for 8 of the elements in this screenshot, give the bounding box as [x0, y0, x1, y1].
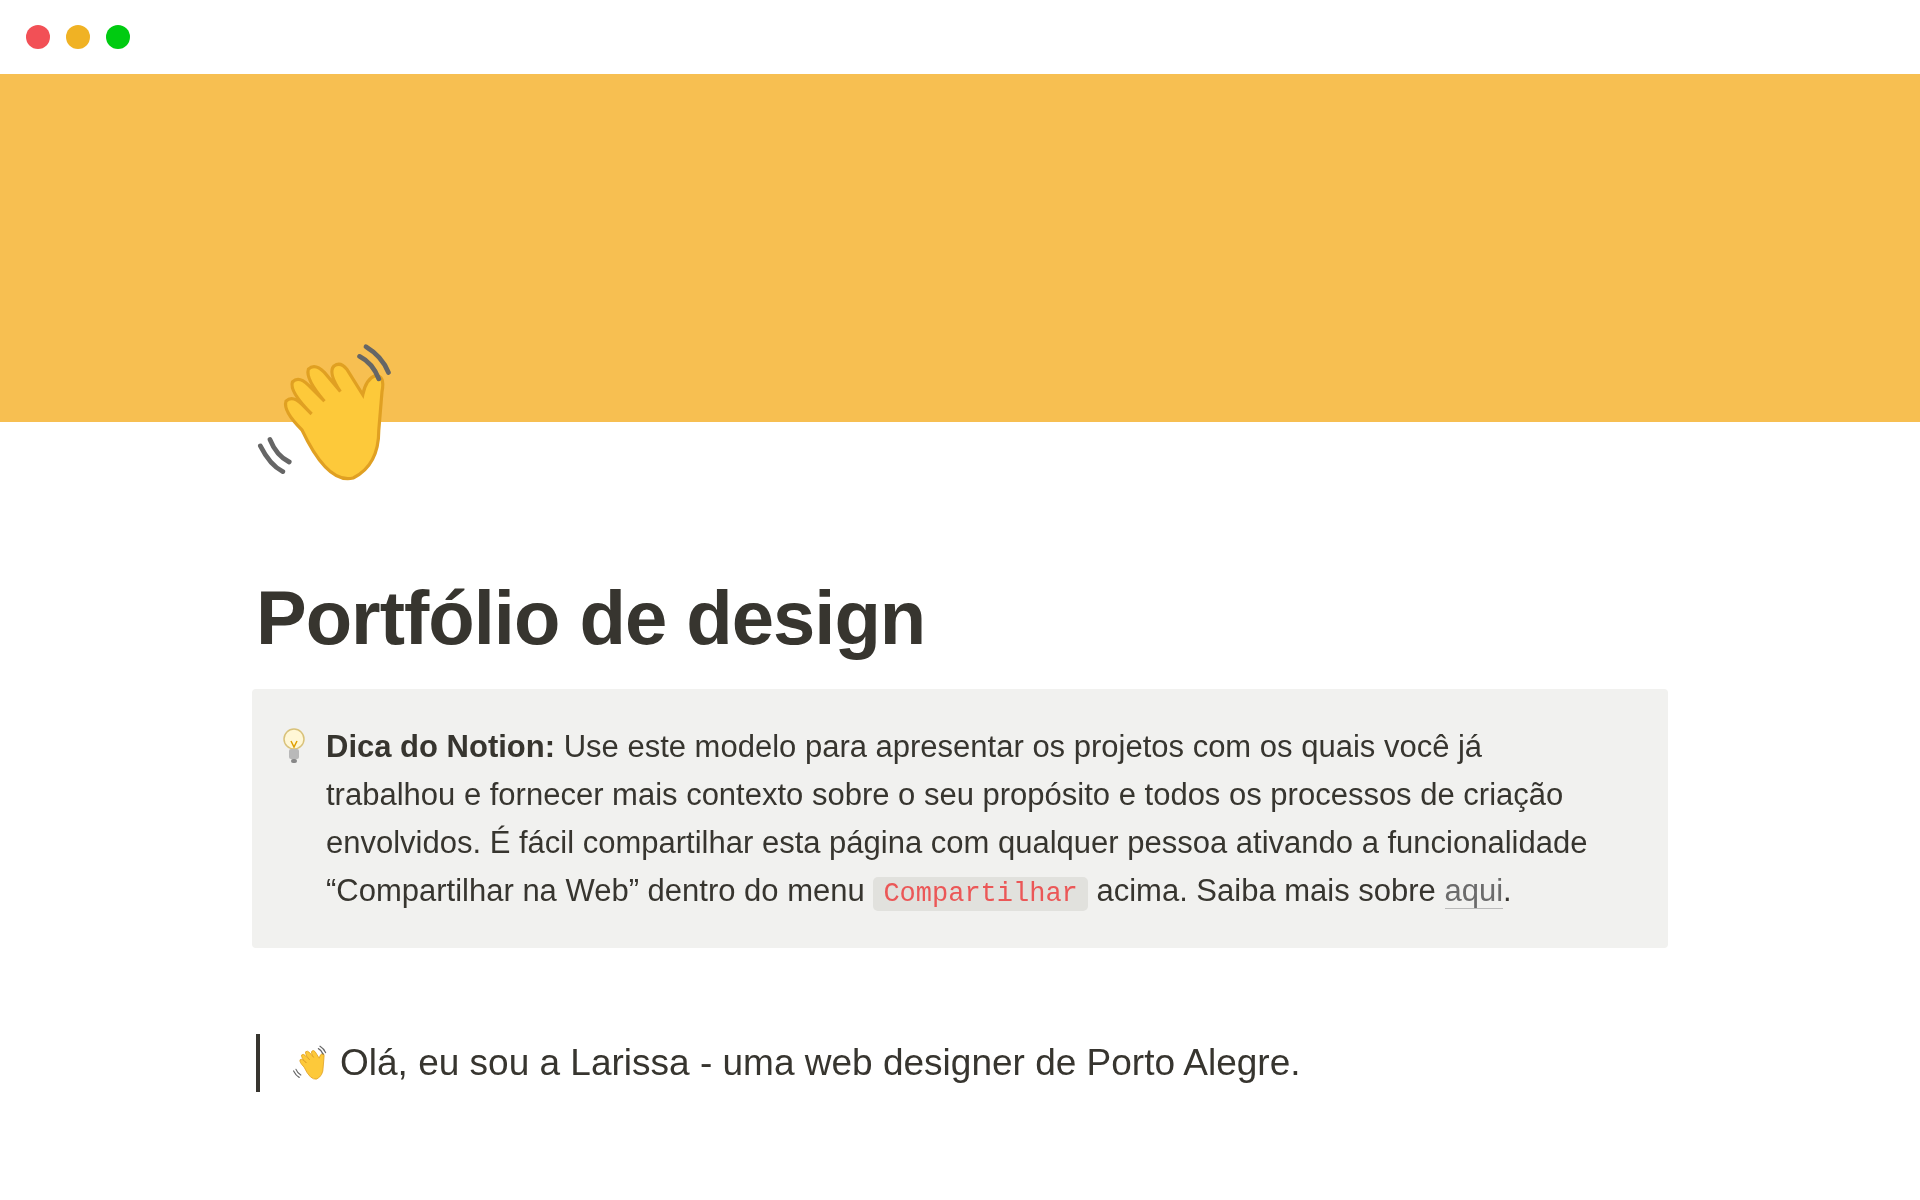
window-control-button[interactable]	[106, 25, 130, 49]
inline-code: Compartilhar	[873, 877, 1088, 912]
tip-paragraph: Dica do Notion: Use este modelo para apresentar os projetos com os quais você já trabalhou e fornecer mais contexto sobre o seu propósito e todos os processos de criação envolvidos. É fácil compartilhar esta página com qualquer pessoa ativando a funcionalidade “Compartilhar na Web” dentro do menu Compartilhar acima. Saiba mais sobre aqui.	[326, 728, 1589, 914]
window-control-button[interactable]	[26, 25, 50, 49]
quote-text: Olá, eu sou a Larissa - uma web designer de Porto Alegre.	[340, 1042, 1301, 1085]
window-control-button[interactable]	[66, 25, 90, 49]
learn-more-link[interactable]: aqui	[1444, 873, 1504, 910]
page-title: Portfólio de design	[256, 574, 927, 662]
